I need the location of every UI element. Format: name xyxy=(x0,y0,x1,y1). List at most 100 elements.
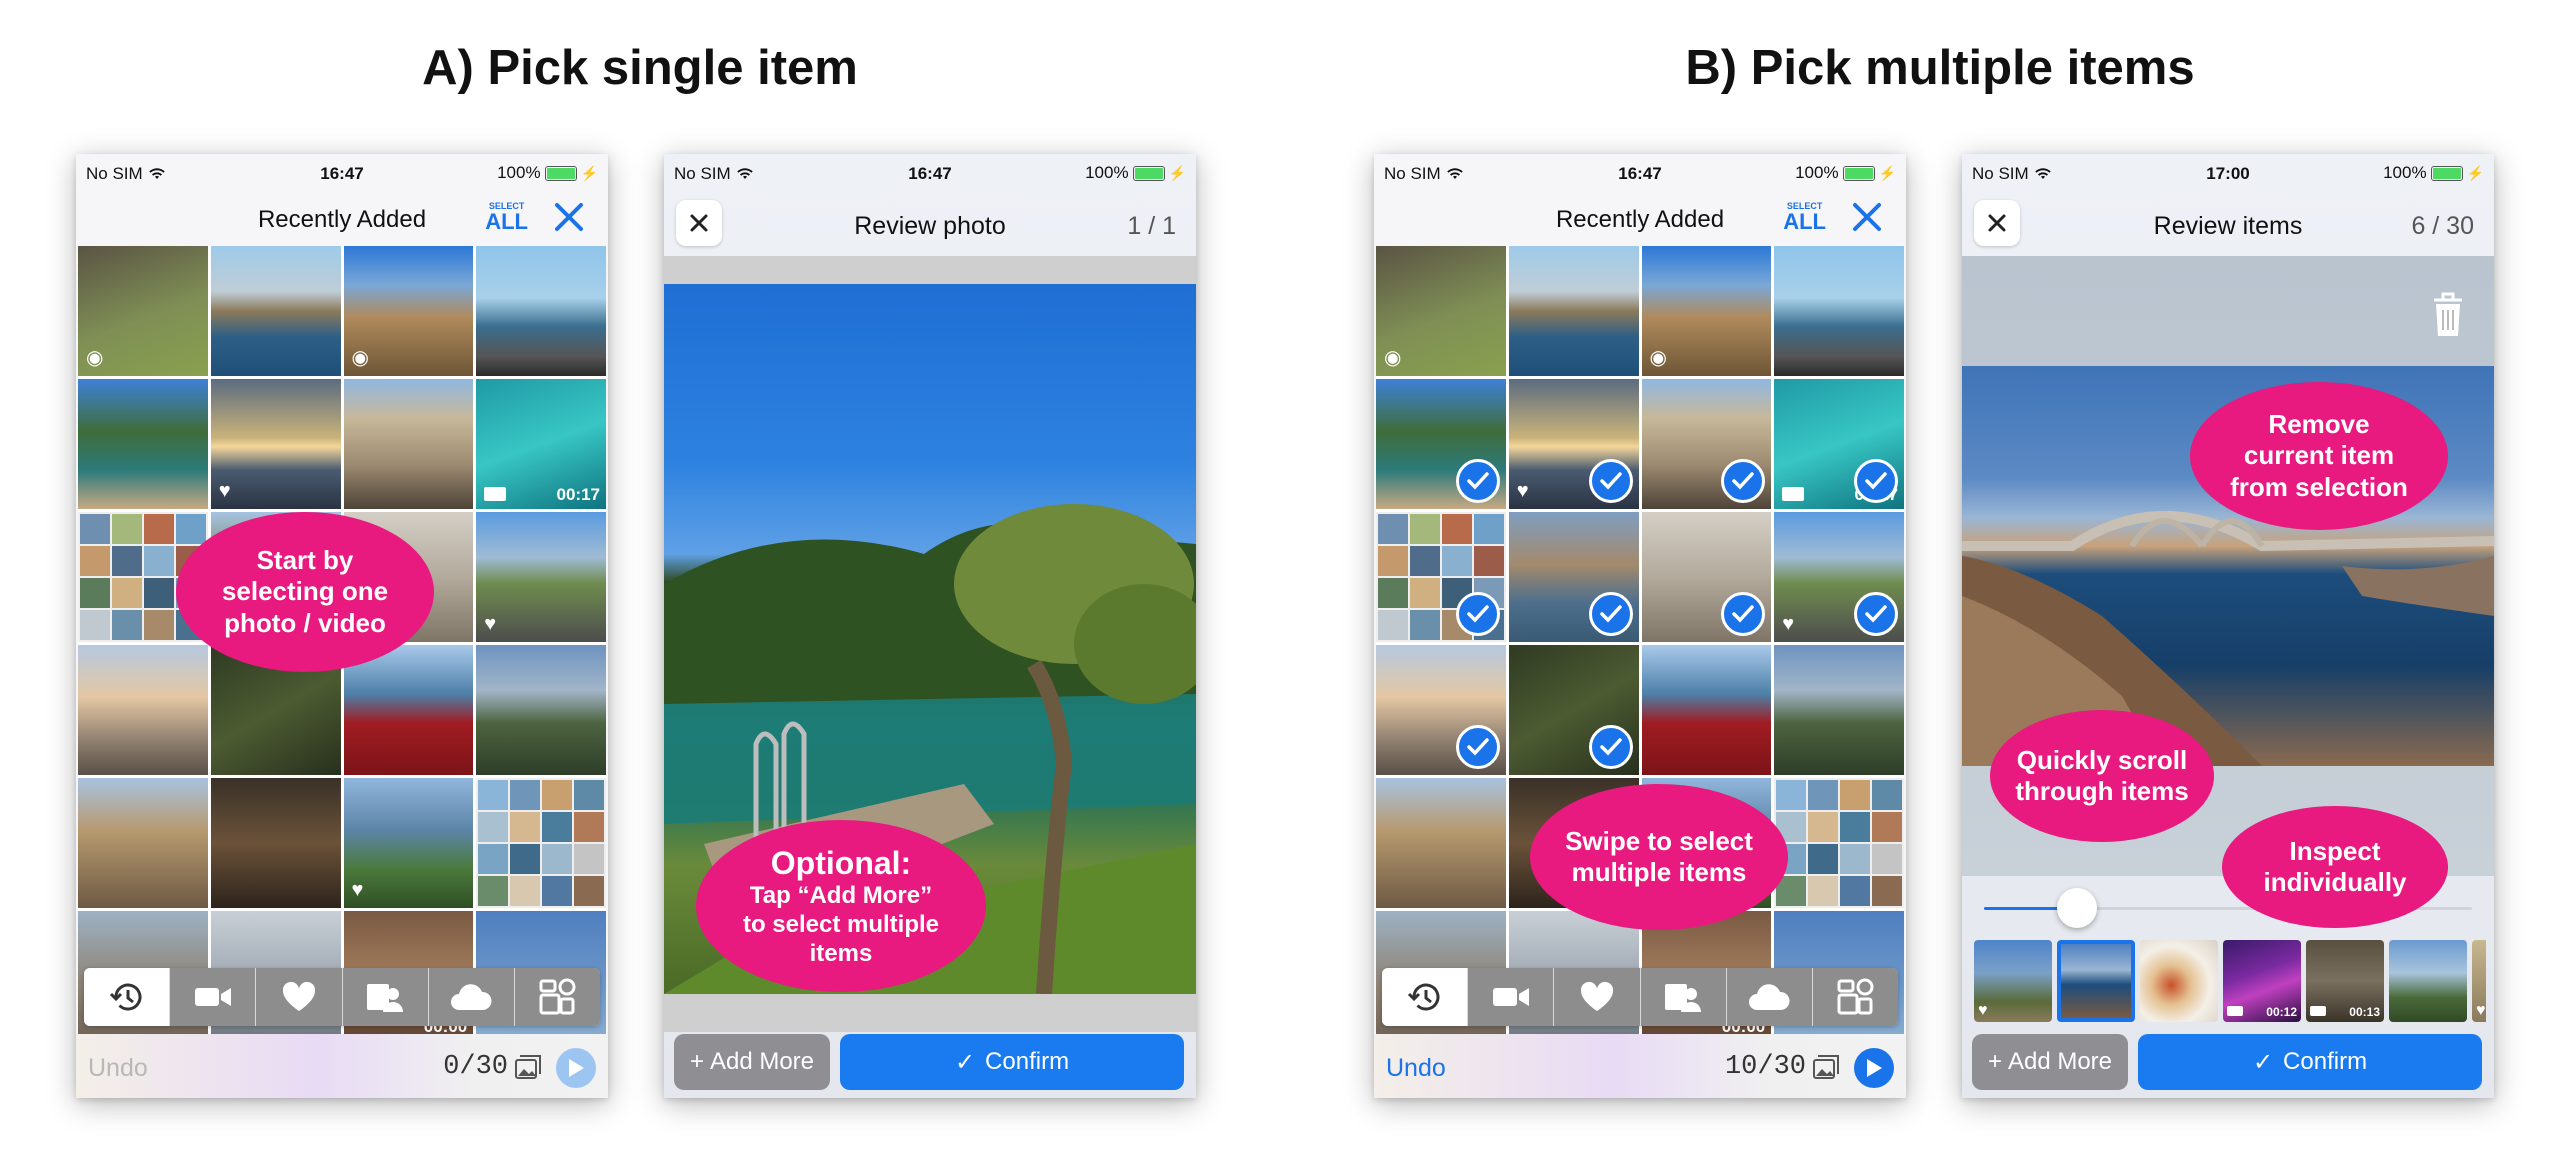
photo-thumbnail[interactable]: ◉ xyxy=(1641,246,1772,376)
video-thumbnail[interactable]: 00:17 xyxy=(476,379,606,509)
battery-icon xyxy=(1842,165,1875,181)
proceed-button[interactable] xyxy=(556,1048,596,1088)
photo-thumbnail-selected[interactable]: ♥ xyxy=(1774,512,1904,642)
photo-thumbnail-selected[interactable] xyxy=(1508,512,1639,642)
video-filter-button[interactable] xyxy=(170,968,257,1026)
heart-icon: ♥ xyxy=(351,879,364,901)
photo-thumbnail[interactable] xyxy=(210,246,341,376)
cloud-filter-button[interactable] xyxy=(1726,968,1813,1026)
favorites-filter-button[interactable] xyxy=(1554,968,1641,1026)
close-icon[interactable] xyxy=(1850,200,1884,234)
photo-thumbnail[interactable]: ◉ xyxy=(78,246,208,376)
filter-toolbar xyxy=(1382,968,1898,1026)
add-more-button[interactable]: + Add More xyxy=(674,1034,830,1090)
strip-thumbnail[interactable] xyxy=(2140,940,2218,1022)
strip-thumbnail[interactable]: 00:12 xyxy=(2223,940,2301,1022)
plus-icon: + xyxy=(1987,1048,2002,1075)
callout-swipe: Swipe to select multiple items xyxy=(1530,784,1788,930)
photo-thumbnail-selected[interactable] xyxy=(1508,645,1639,775)
photo-thumbnail[interactable] xyxy=(78,645,208,775)
checkmark-icon: ✓ xyxy=(954,1048,976,1076)
photo-thumbnail[interactable] xyxy=(343,379,474,509)
proceed-button[interactable] xyxy=(1854,1048,1894,1088)
photo-thumbnail[interactable] xyxy=(1641,645,1772,775)
review-items-screen: No SIM 17:00 100% ⚡ Review items 6 / 30 ♥… xyxy=(1962,154,2494,1098)
strip-thumbnail[interactable]: ♥ xyxy=(2472,940,2486,1022)
photo-thumbnail-selected[interactable] xyxy=(1376,379,1506,509)
library-icon xyxy=(1837,978,1874,1015)
photo-thumbnail-selected[interactable] xyxy=(1376,645,1506,775)
photo-thumbnail[interactable]: ♥ xyxy=(476,512,606,642)
confirm-button[interactable]: ✓ Confirm xyxy=(840,1034,1184,1090)
heart-icon: ♥ xyxy=(2476,1002,2486,1019)
scrubber-thumb[interactable] xyxy=(2056,888,2097,928)
library-filter-button[interactable] xyxy=(1812,968,1898,1026)
recent-filter-button[interactable] xyxy=(84,968,171,1026)
screenshot-thumbnail[interactable] xyxy=(476,778,606,908)
screenshot-thumbnail-selected[interactable] xyxy=(1376,512,1506,642)
add-more-button[interactable]: + Add More xyxy=(1972,1034,2128,1090)
checkmark-icon xyxy=(1588,592,1633,636)
photo-thumbnail[interactable]: ◉ xyxy=(1376,246,1506,376)
album-title[interactable]: Recently Added xyxy=(1374,206,1906,234)
video-duration: 00:13 xyxy=(2349,1005,2380,1019)
checkmark-icon xyxy=(1721,592,1766,636)
photo-thumbnail[interactable] xyxy=(476,246,606,376)
close-icon[interactable] xyxy=(552,200,586,234)
video-badge-icon xyxy=(1782,487,1805,501)
photo-thumbnail[interactable]: ♥ xyxy=(210,379,341,509)
battery-icon xyxy=(544,165,577,181)
live-photo-icon: ◉ xyxy=(351,347,369,369)
trash-icon[interactable] xyxy=(2428,286,2468,340)
strip-thumbnail-current[interactable] xyxy=(2057,940,2135,1022)
library-filter-button[interactable] xyxy=(514,968,600,1026)
photo-thumbnail-selected[interactable]: ♥ xyxy=(1508,379,1639,509)
photo-thumbnail[interactable] xyxy=(78,379,208,509)
video-thumbnail-selected[interactable]: 00:17 xyxy=(1774,379,1904,509)
confirm-button[interactable]: ✓ Confirm xyxy=(2138,1034,2482,1090)
battery-percent: 100% xyxy=(1085,163,1129,182)
portrait-filter-button[interactable] xyxy=(342,968,429,1026)
battery-percent: 100% xyxy=(497,163,541,182)
select-all-button[interactable]: SELECT ALL xyxy=(1783,202,1826,233)
strip-thumbnail[interactable]: ♥ xyxy=(1974,940,2052,1022)
recent-filter-button[interactable] xyxy=(1382,968,1469,1026)
photo-thumbnail[interactable] xyxy=(476,645,606,775)
strip-thumbnail[interactable]: 00:13 xyxy=(2306,940,2384,1022)
photo-thumbnail-selected[interactable] xyxy=(1641,512,1772,642)
cloud-icon xyxy=(1749,984,1790,1010)
selection-counter: 0/30 xyxy=(443,1052,508,1082)
album-title[interactable]: Recently Added xyxy=(76,206,608,234)
selection-counter: 10/30 xyxy=(1724,1052,1806,1082)
charging-icon: ⚡ xyxy=(1168,164,1186,181)
portrait-filter-button[interactable] xyxy=(1640,968,1727,1026)
history-icon xyxy=(109,983,142,1011)
photo-thumbnail[interactable] xyxy=(210,778,341,908)
photo-thumbnail[interactable]: ◉ xyxy=(343,246,474,376)
video-badge-icon xyxy=(2227,1006,2243,1016)
photo-thumbnail[interactable]: ♥ xyxy=(343,778,474,908)
cloud-filter-button[interactable] xyxy=(428,968,515,1026)
picker-screen-b: No SIM 16:47 100% ⚡ Recently Added SELECT… xyxy=(1374,154,1906,1098)
photo-thumbnail[interactable] xyxy=(1508,246,1639,376)
photo-thumbnail-selected[interactable] xyxy=(1641,379,1772,509)
battery-percent: 100% xyxy=(2383,163,2427,182)
photo-thumbnail[interactable] xyxy=(1774,246,1904,376)
select-all-button[interactable]: SELECT ALL xyxy=(485,202,528,233)
screenshot-thumbnail[interactable] xyxy=(1774,778,1904,908)
photo-thumbnail[interactable] xyxy=(1376,778,1506,908)
video-duration: 00:17 xyxy=(556,485,600,504)
undo-button[interactable]: Undo xyxy=(88,1054,148,1083)
picker-navbar: Recently Added SELECT ALL xyxy=(1374,190,1906,246)
callout-remove: Remove current item from selection xyxy=(2190,382,2448,530)
photo-thumbnail[interactable] xyxy=(78,778,208,908)
photo-thumbnail[interactable] xyxy=(343,645,474,775)
strip-thumbnail[interactable] xyxy=(2389,940,2467,1022)
undo-button[interactable]: Undo xyxy=(1386,1054,1446,1083)
cloud-icon xyxy=(451,984,492,1010)
photo-thumbnail[interactable] xyxy=(1774,645,1904,775)
video-filter-button[interactable] xyxy=(1468,968,1555,1026)
review-title: Review photo xyxy=(854,212,1006,240)
favorites-filter-button[interactable] xyxy=(256,968,343,1026)
photos-stack-icon xyxy=(1813,1055,1839,1079)
